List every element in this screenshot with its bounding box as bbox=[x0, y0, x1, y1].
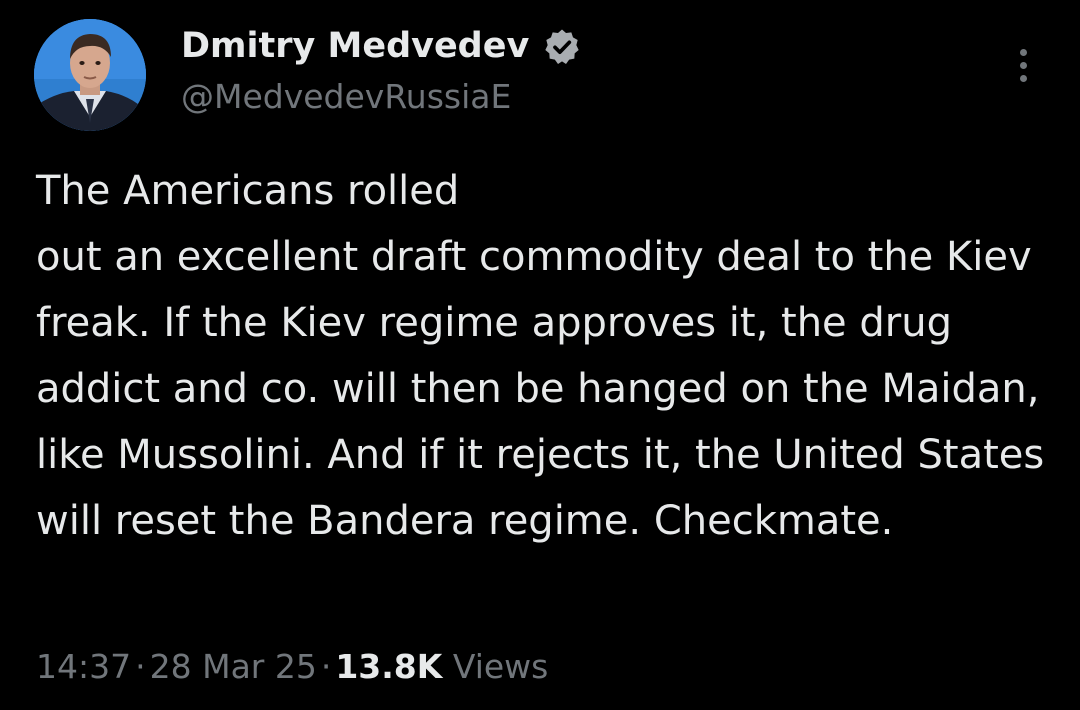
more-options-icon bbox=[1019, 48, 1027, 56]
avatar[interactable] bbox=[34, 19, 146, 131]
tweet-metadata: 14:37 · 28 Mar 25 · 13.8K Views bbox=[36, 643, 548, 691]
more-options-icon bbox=[1019, 61, 1027, 69]
avatar-image bbox=[34, 19, 146, 131]
tweet-text: The Americans rolled out an excellent dr… bbox=[36, 168, 1045, 544]
user-handle[interactable]: @MedvedevRussiaE bbox=[181, 75, 511, 119]
views-count[interactable]: 13.8K bbox=[335, 647, 442, 686]
more-options-icon bbox=[1019, 74, 1027, 82]
tweet-card: Dmitry Medvedev @MedvedevRussiaE The Ame… bbox=[0, 0, 1080, 710]
verified-badge-icon bbox=[545, 29, 579, 64]
meta-separator: · bbox=[135, 647, 146, 686]
display-name[interactable]: Dmitry Medvedev bbox=[181, 24, 529, 68]
more-options-button[interactable] bbox=[1006, 42, 1040, 88]
views-label[interactable]: Views bbox=[453, 647, 549, 686]
tweet-time[interactable]: 14:37 bbox=[36, 647, 131, 686]
meta-separator: · bbox=[320, 647, 332, 686]
tweet-date[interactable]: 28 Mar 25 bbox=[150, 647, 317, 686]
